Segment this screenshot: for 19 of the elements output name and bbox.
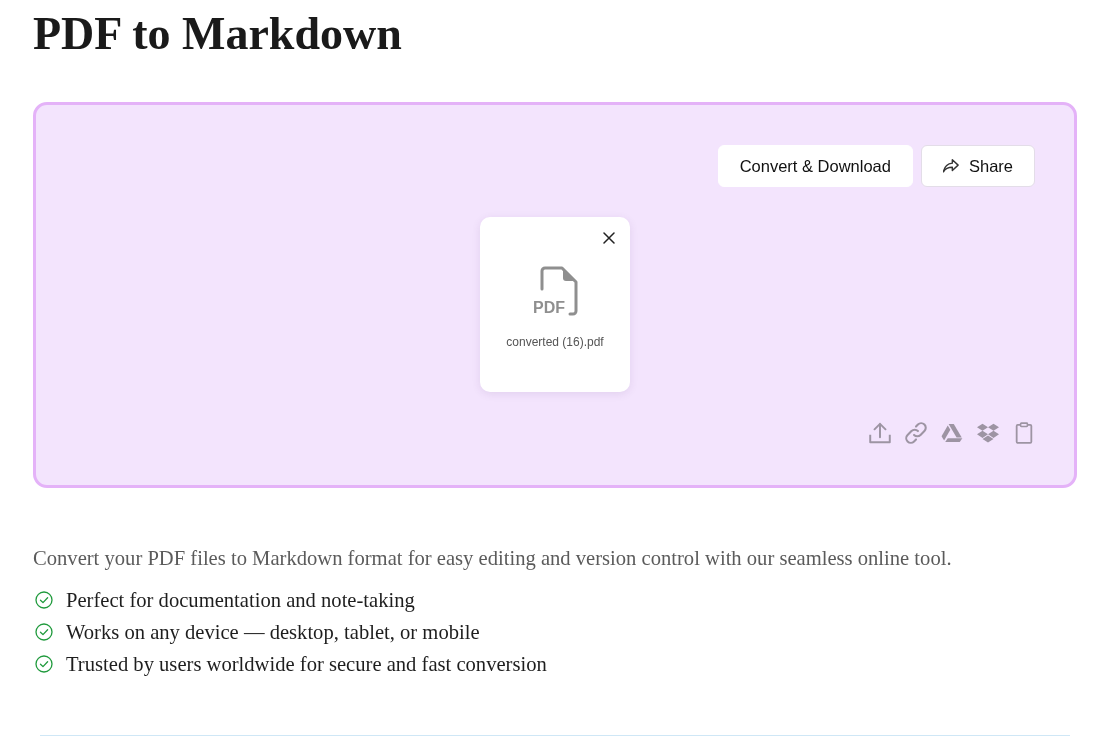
close-icon[interactable] [603, 232, 615, 244]
triangle-logo-icon[interactable] [941, 422, 963, 444]
link-icon[interactable] [905, 422, 927, 444]
feature-text: Works on any device — desktop, tablet, or mobile [66, 620, 480, 646]
share-icon [942, 159, 959, 173]
check-circle-icon [35, 655, 53, 673]
check-circle-icon [35, 623, 53, 641]
clipboard-icon[interactable] [1013, 422, 1035, 444]
upload-icon[interactable] [869, 422, 891, 444]
convert-download-button[interactable]: Convert & Download [717, 145, 913, 187]
file-name: converted (16).pdf [506, 334, 604, 350]
feature-text: Trusted by users worldwide for secure and fast conversion [66, 652, 547, 678]
share-button[interactable]: Share [920, 145, 1035, 187]
page-title: PDF to Markdown [33, 7, 403, 61]
feature-text: Perfect for documentation and note-taking [66, 588, 415, 614]
check-circle-icon [35, 591, 53, 609]
diamond-logo-icon[interactable] [977, 422, 999, 444]
file-type-label: PDF [533, 300, 565, 316]
description-text: Convert your PDF files to Markdown format for easy editing and version control with our seamless online tool. [33, 546, 953, 572]
